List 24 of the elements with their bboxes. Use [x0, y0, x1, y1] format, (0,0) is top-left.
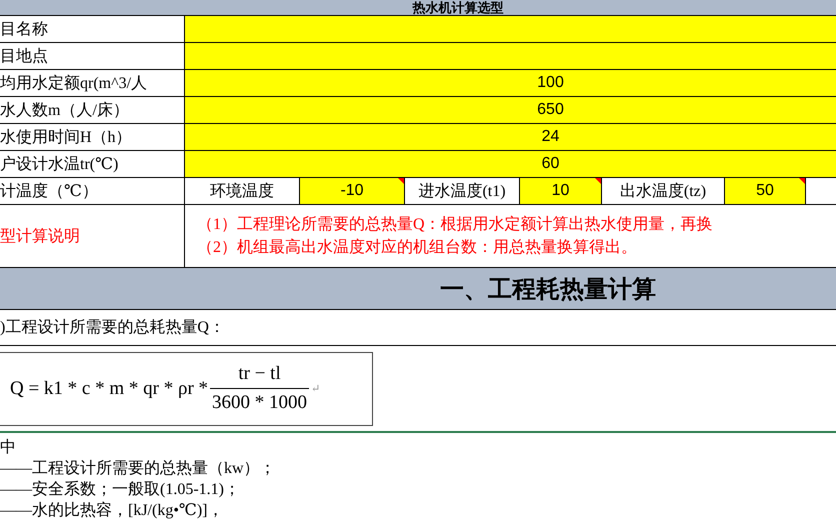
value-cell[interactable]: 650: [185, 97, 836, 123]
note-text: ——工程设计所需要的总热量（kw）；: [0, 458, 277, 479]
value-cell[interactable]: [185, 16, 836, 42]
temperature-value-cell[interactable]: -10: [300, 178, 405, 204]
paragraph-mark: ↵: [311, 382, 320, 395]
note-text: ——水的比热容，[kJ/(kg•℃)]，: [0, 500, 224, 521]
description-label: 型计算说明: [0, 205, 185, 267]
subheading-text: )工程设计所需要的总耗热量Q：: [0, 318, 225, 338]
description-text: （1）工程理论所需要的总热量Q：根据用水定额计算出热水使用量，再换: [197, 214, 714, 235]
value-cell[interactable]: 24: [185, 124, 836, 150]
formula-denominator: 3600 * 1000: [212, 391, 308, 414]
formula-numerator: tr − tl: [210, 363, 310, 389]
note-text: ——安全系数；一般取(1.05-1.1)；: [0, 480, 241, 500]
value-cell[interactable]: 60: [185, 151, 836, 177]
temperature-value-cell[interactable]: 50: [725, 178, 806, 204]
value-cell[interactable]: 100: [185, 70, 836, 96]
temperature-value-cell[interactable]: 10: [520, 178, 602, 204]
sheet-title: 热水机计算选型: [412, 1, 504, 14]
value-cell[interactable]: [185, 43, 836, 69]
section-title: 一、工程耗热量计算: [440, 276, 656, 304]
note-text: 中: [0, 438, 17, 458]
formula-text: Q = k1 * c * m * qr * ρr *: [10, 378, 208, 400]
comment-marker-icon: [799, 178, 805, 184]
description-text: （2）机组最高出水温度对应的机组台数：用总热量换算得出。: [197, 238, 638, 258]
